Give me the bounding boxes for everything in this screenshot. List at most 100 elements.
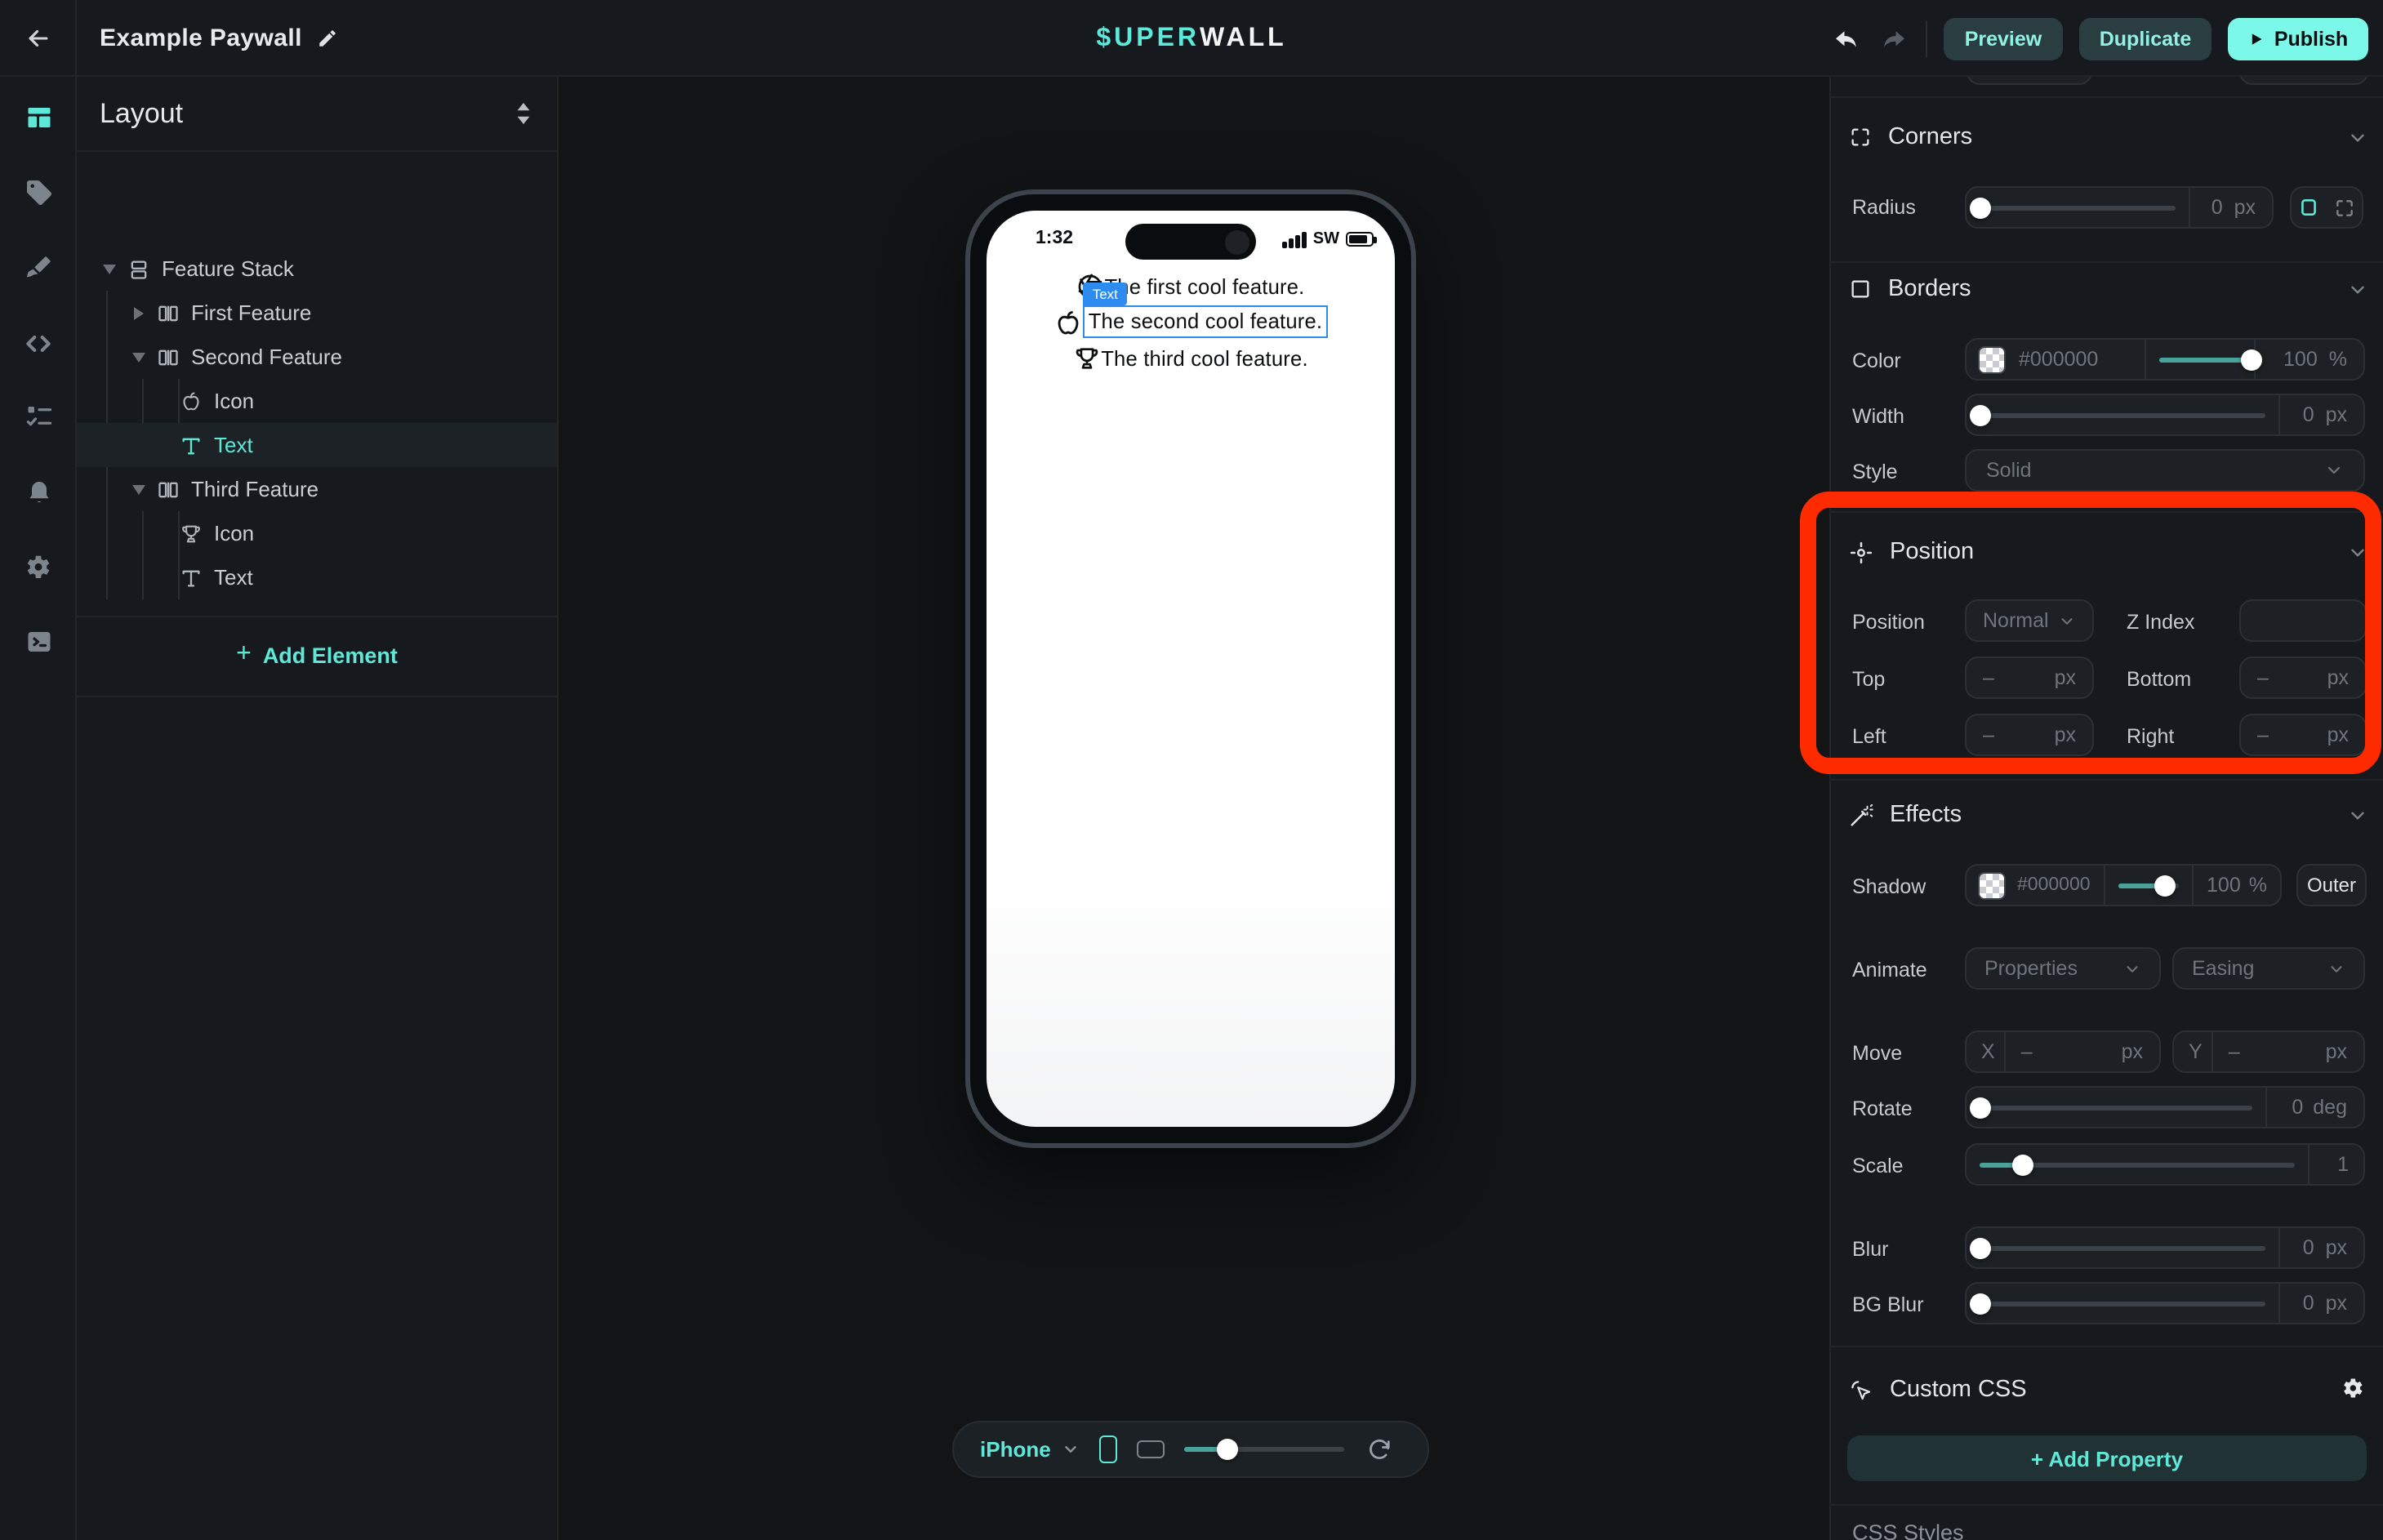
color-swatch[interactable] (1978, 345, 2006, 373)
rail-item-layout[interactable] (0, 90, 77, 145)
sort-icon[interactable] (513, 101, 534, 126)
caret-down-icon[interactable] (129, 352, 149, 362)
right-input[interactable]: – px (2239, 714, 2367, 756)
edit-pencil-icon[interactable] (317, 28, 338, 49)
feature-row[interactable]: The first cool feature. (987, 269, 1395, 304)
feature-row[interactable]: The third cool feature. (987, 341, 1395, 376)
bgblur-slider[interactable] (1967, 1284, 2278, 1323)
preview-button[interactable]: Preview (1944, 17, 2063, 60)
border-width-value-box[interactable]: 0px (2278, 395, 2363, 434)
rail-item-products[interactable] (0, 165, 77, 220)
bgblur-value: 0 (2303, 1292, 2314, 1315)
preview-label: Preview (1965, 27, 2042, 50)
radius-mode-toggle[interactable] (2290, 186, 2363, 229)
borders-section-header[interactable]: Borders (1849, 274, 2367, 304)
individual-corners-icon[interactable] (2334, 197, 2355, 218)
tree-item-second-feature[interactable]: Second Feature (77, 335, 557, 379)
color-hex-box[interactable]: #000000 (1967, 340, 2145, 379)
shadow-hex-box[interactable]: #000000 (1967, 866, 2104, 905)
redo-icon[interactable] (1880, 24, 1909, 53)
undo-icon[interactable] (1831, 24, 1860, 53)
feature-row-selected[interactable]: Text The second cool feature. (987, 304, 1395, 340)
back-button[interactable] (0, 0, 77, 77)
color-swatch[interactable] (1978, 871, 2006, 899)
add-element-button[interactable]: + Add Element (77, 632, 557, 678)
chevron-down-icon[interactable] (2347, 805, 2368, 826)
move-y-input[interactable]: Y – px (2172, 1030, 2365, 1073)
move-x-input[interactable]: X – px (1965, 1030, 2161, 1073)
rail-item-console[interactable] (0, 614, 77, 670)
tree-item-text[interactable]: Text (77, 555, 557, 599)
scale-input[interactable]: 1 (1965, 1143, 2365, 1186)
rotate-value: 0 (2292, 1096, 2303, 1119)
tree-item-feature-stack[interactable]: Feature Stack (77, 247, 557, 291)
blur-input[interactable]: 0px (1965, 1226, 2365, 1269)
caret-down-icon[interactable] (129, 484, 149, 494)
radius-value-box[interactable]: 0px (2189, 188, 2272, 227)
publish-button[interactable]: Publish (2228, 17, 2368, 60)
shadow-label: Shadow (1852, 875, 1926, 898)
custom-css-section-header[interactable]: Custom CSS (1849, 1375, 2367, 1404)
animate-easing-select[interactable]: Easing (2172, 947, 2365, 990)
paywall-preview-screen[interactable]: 1:32 SW The first cool feature. (987, 211, 1395, 1127)
tree-item-text-selected[interactable]: Text (77, 423, 557, 467)
shadow-mode-button[interactable]: Outer (2296, 864, 2367, 906)
chevron-down-icon[interactable] (1062, 1440, 1080, 1458)
border-color-input[interactable]: #000000 100% (1965, 338, 2365, 381)
rail-item-notifications[interactable] (0, 464, 77, 519)
shadow-color-input[interactable]: #000000 100% (1965, 864, 2282, 906)
effects-section-header[interactable]: Effects (1849, 800, 2367, 830)
chevron-down-icon[interactable] (2347, 127, 2368, 149)
border-width-input[interactable]: 0px (1965, 394, 2365, 436)
tree-item-icon[interactable]: Icon (77, 511, 557, 555)
bottom-input[interactable]: – px (2239, 657, 2367, 699)
animate-properties-select[interactable]: Properties (1965, 947, 2161, 990)
tree-item-first-feature[interactable]: First Feature (77, 291, 557, 335)
blur-value-box[interactable]: 0px (2278, 1228, 2363, 1267)
editor-canvas[interactable]: 1:32 SW The first cool feature. (559, 77, 1829, 1540)
zindex-input[interactable] (2239, 599, 2367, 642)
css-settings-gear-icon[interactable] (2339, 1375, 2365, 1401)
left-input[interactable]: – px (1965, 714, 2094, 756)
caret-right-icon[interactable] (129, 306, 149, 319)
chevron-down-icon[interactable] (2347, 542, 2368, 563)
tree-item-icon[interactable]: Icon (77, 379, 557, 423)
bgblur-value-box[interactable]: 0px (2278, 1284, 2363, 1323)
shadow-opacity-slider[interactable] (2104, 866, 2192, 905)
landscape-orientation-icon[interactable] (1138, 1440, 1165, 1458)
rotate-slider[interactable] (1967, 1088, 2265, 1127)
add-property-button[interactable]: + Add Property (1847, 1435, 2367, 1481)
rotate-value-box[interactable]: 0deg (2265, 1088, 2363, 1127)
portrait-orientation-icon[interactable] (1100, 1435, 1118, 1463)
refresh-icon[interactable] (1368, 1437, 1392, 1462)
duplicate-button[interactable]: Duplicate (2079, 17, 2212, 60)
border-opacity-slider[interactable] (2145, 340, 2254, 379)
tree-item-third-feature[interactable]: Third Feature (77, 467, 557, 511)
uniform-radius-icon[interactable] (2299, 196, 2320, 219)
rail-item-settings[interactable] (0, 539, 77, 594)
border-style-select[interactable]: Solid (1965, 449, 2365, 492)
shadow-opacity-value-box[interactable]: 100% (2192, 866, 2280, 905)
top-input[interactable]: – px (1965, 657, 2094, 699)
opacity-unit: % (2329, 348, 2347, 371)
bgblur-input[interactable]: 0px (1965, 1282, 2365, 1324)
position-section-header[interactable]: Position (1849, 537, 2367, 567)
scale-slider[interactable] (1967, 1145, 2308, 1184)
rail-item-checklist[interactable] (0, 389, 77, 444)
chevron-down-icon[interactable] (2347, 279, 2368, 300)
rail-item-theme[interactable] (0, 240, 77, 296)
selected-element-box[interactable]: Text The second cool feature. (1084, 305, 1328, 338)
radius-slider[interactable] (1967, 188, 2189, 227)
rail-item-code[interactable] (0, 315, 77, 371)
zoom-slider[interactable] (1185, 1438, 1345, 1461)
radius-slider-input[interactable]: 0px (1965, 186, 2274, 229)
border-opacity-value-box[interactable]: 100% (2254, 340, 2363, 379)
blur-slider[interactable] (1967, 1228, 2278, 1267)
caret-down-icon[interactable] (100, 264, 119, 274)
position-mode-select[interactable]: Normal (1965, 599, 2094, 642)
device-select[interactable]: iPhone (980, 1437, 1051, 1462)
border-width-slider[interactable] (1967, 395, 2278, 434)
rotate-input[interactable]: 0deg (1965, 1086, 2365, 1128)
scale-value-box[interactable]: 1 (2308, 1145, 2363, 1184)
corners-section-header[interactable]: Corners (1849, 122, 2367, 152)
